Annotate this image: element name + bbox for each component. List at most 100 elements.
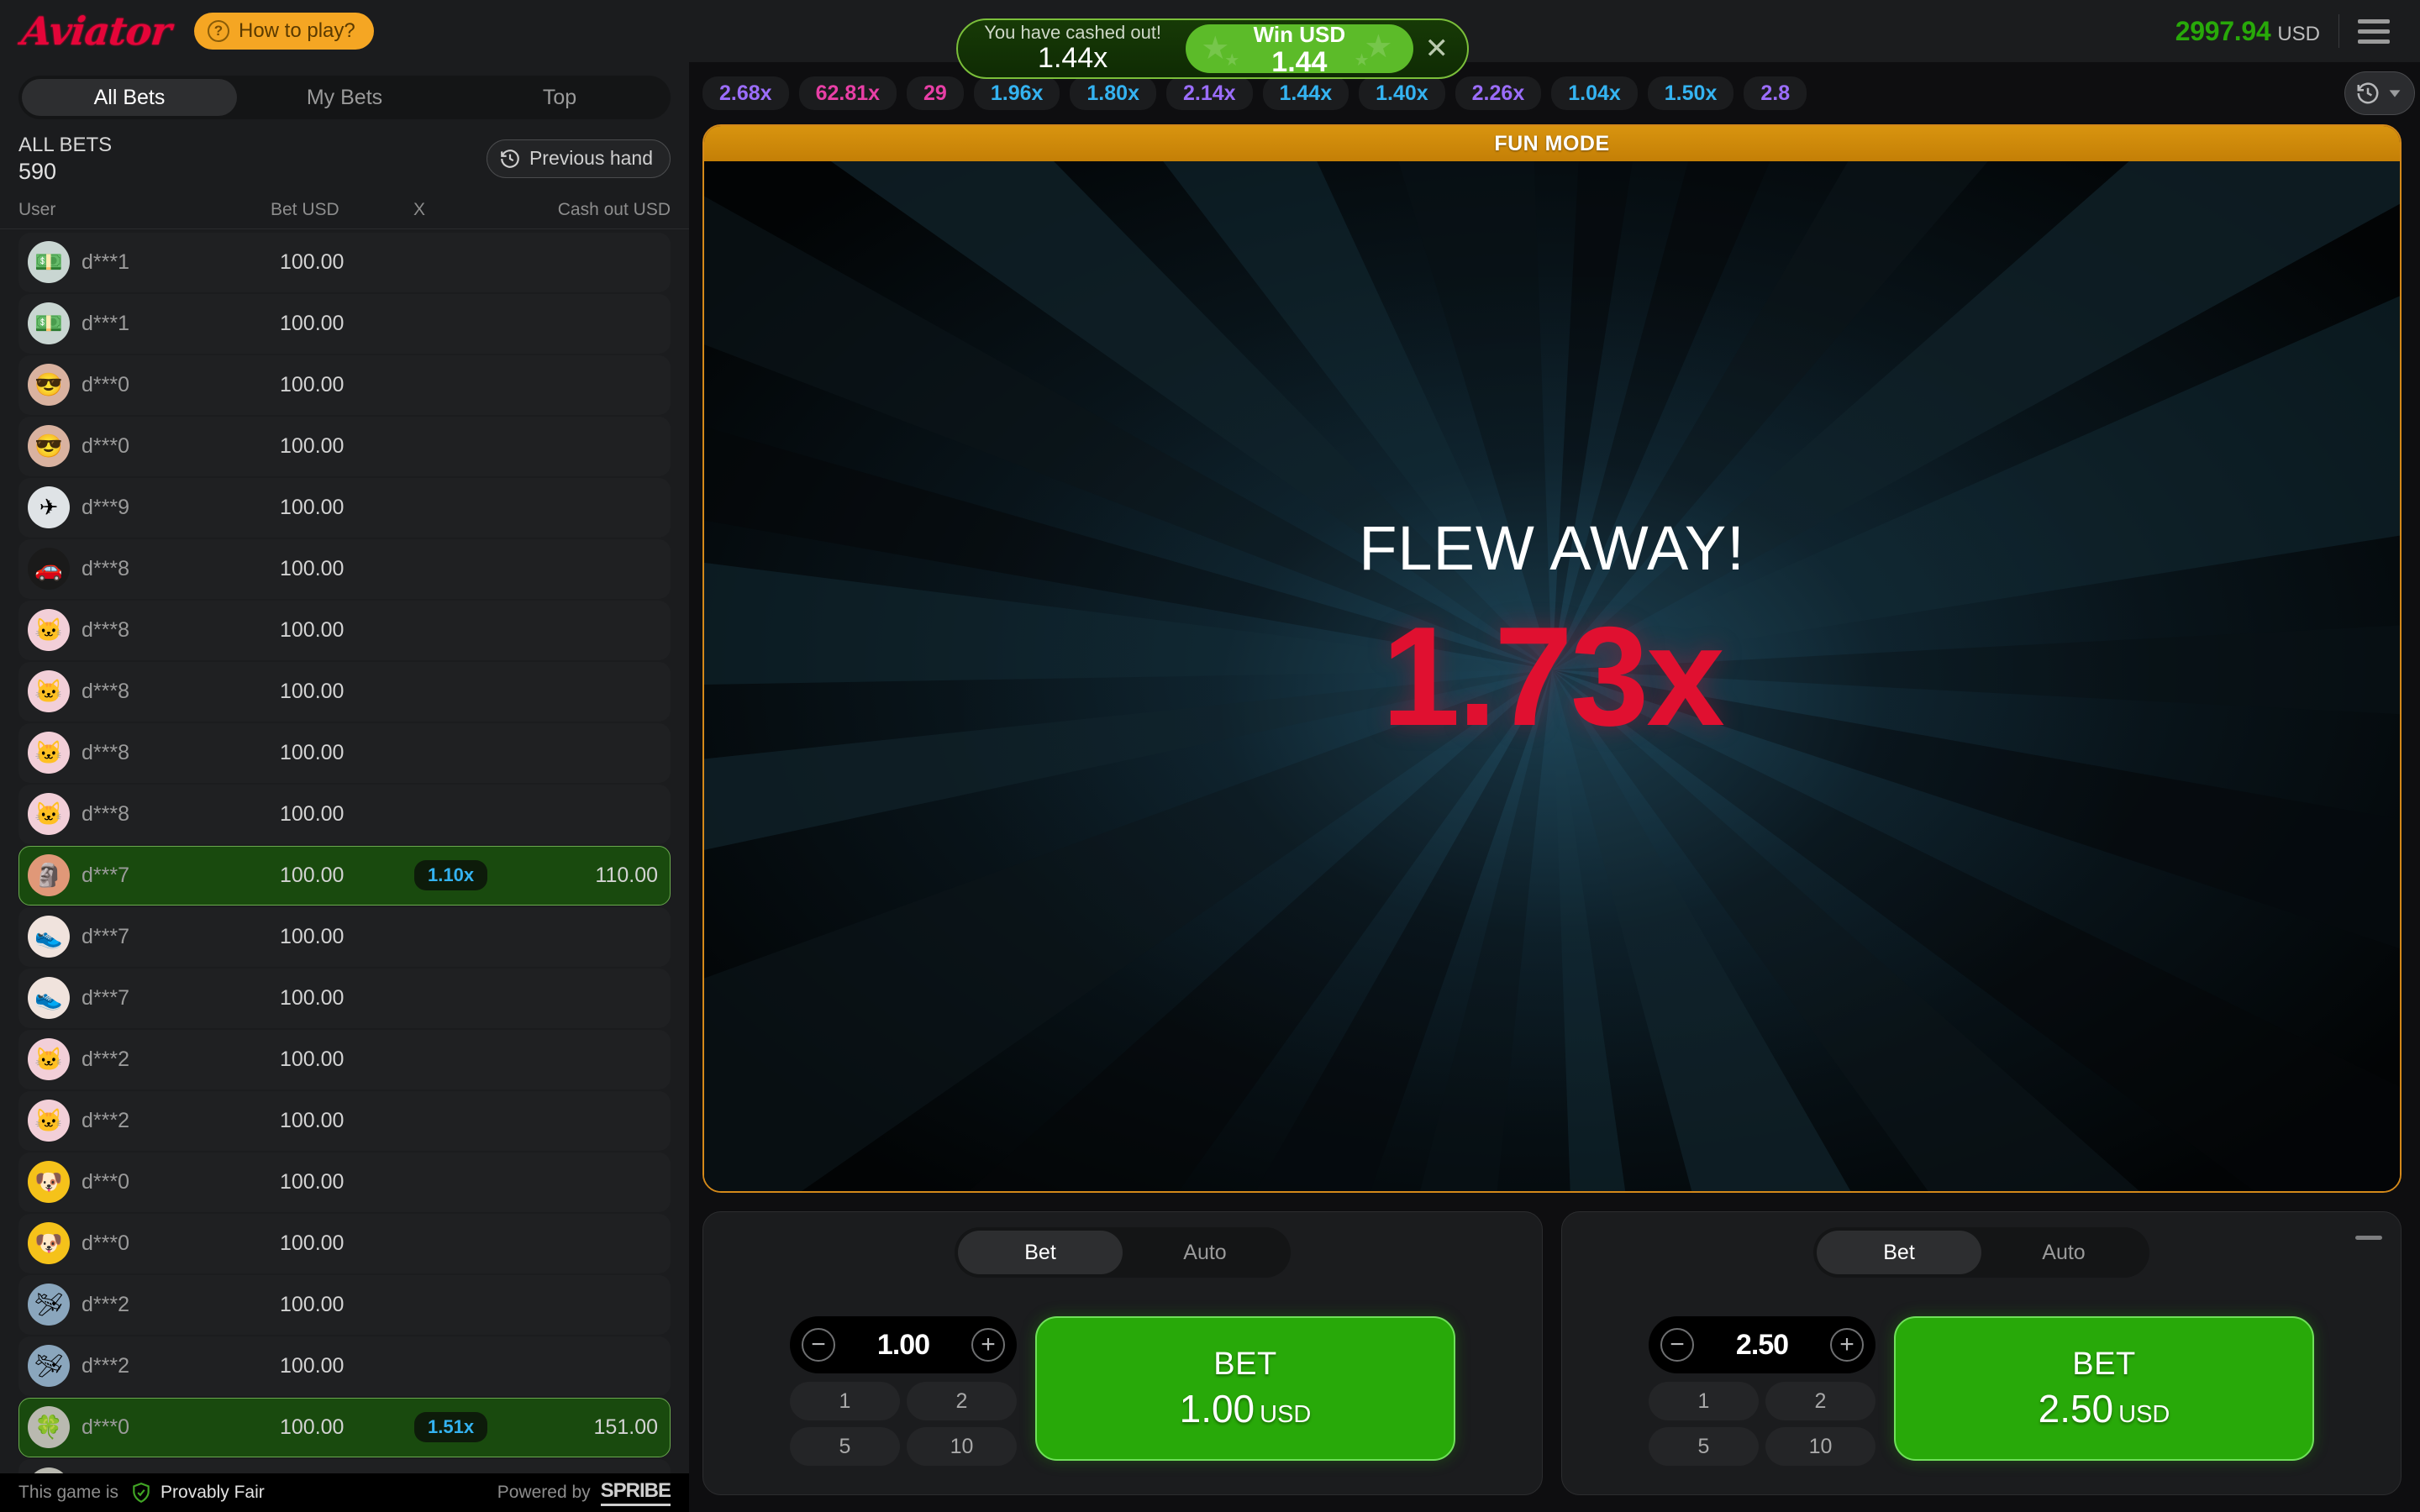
table-row[interactable]: 🐱d***8100.00— [18,661,671,722]
multiplier-chip[interactable]: 2.26x [1455,76,1542,110]
table-row[interactable]: 💵d***1100.00— [18,293,671,354]
panel-tab-bet[interactable]: Bet [1817,1231,1981,1274]
avatar: 🍀 [28,1406,70,1449]
crash-multiplier: 1.73x [1381,596,1724,755]
bet-username: d***2 [82,1353,129,1378]
bet-username: d***0 [82,1231,129,1255]
table-row[interactable]: 🐱d***8100.00— [18,722,671,783]
star-icon: ★ [1201,31,1230,66]
panel-tab-auto[interactable]: Auto [1981,1231,2146,1274]
avatar: 👟 [28,977,70,1020]
table-row[interactable]: 🐶d***0100.00— [18,1213,671,1273]
multiplier-chip[interactable]: 1.44x [1262,76,1349,110]
bet-amount: 100.00 [280,372,345,396]
quick-amount-5[interactable]: 5 [1649,1427,1759,1466]
multiplier-chip[interactable]: 2.8 [1744,76,1807,110]
quick-amount-5[interactable]: 5 [790,1427,900,1466]
table-row[interactable]: ✈d***9100.00— [18,477,671,538]
bet-multiplier-badge: 1.51x [414,1412,488,1443]
col-bet: Bet USD [271,199,339,219]
table-row[interactable]: 👟d***7100.00— [18,968,671,1028]
amount-stepper: − 2.50 + [1649,1316,1876,1373]
table-row[interactable]: 🛩d***2100.00— [18,1274,671,1335]
bet-button-label: BET [2072,1346,2136,1382]
quick-amount-10[interactable]: 10 [1765,1427,1876,1466]
multiplier-chip[interactable]: 1.50x [1647,76,1734,110]
table-row[interactable]: 🐶d***0100.00— [18,1152,671,1212]
table-row[interactable]: 😎d***0100.00— [18,416,671,476]
increase-amount-button[interactable]: + [971,1328,1005,1362]
table-row[interactable]: 😎d***0100.00— [18,354,671,415]
multiplier-chip[interactable]: 29 [907,76,964,110]
bet-username: d***0 [82,433,129,458]
tab-top[interactable]: Top [452,79,667,116]
quick-amount-1[interactable]: 1 [790,1382,900,1420]
bet-amount: 100.00 [280,863,345,887]
cashout-text-block: You have cashed out! 1.44x [971,22,1174,76]
bet-username: d***7 [82,924,129,948]
col-user: User [18,199,56,219]
multiplier-chip[interactable]: 62.81x [798,76,897,110]
bet-amount-value[interactable]: 2.50 [1736,1329,1789,1362]
bet-username: d***9 [82,495,129,519]
quick-amount-1[interactable]: 1 [1649,1382,1759,1420]
divider [2338,14,2339,48]
hamburger-menu-icon[interactable] [2358,18,2390,44]
star-icon: ★ [1364,29,1393,65]
win-label: Win USD [1253,24,1346,47]
multiplier-chip[interactable]: 1.40x [1359,76,1445,110]
table-row[interactable]: 🍀 d***0 100.00 1.51x 151.00 [18,1397,671,1457]
history-clock-icon [2357,82,2379,104]
tab-my-bets[interactable]: My Bets [237,79,452,116]
bet-amount: 100.00 [280,1047,345,1071]
avatar: 💵 [28,241,70,284]
quick-amount-2[interactable]: 2 [1765,1382,1876,1420]
all-bets-header: ALL BETS 590 Previous hand [0,119,689,193]
close-icon[interactable]: ✕ [1425,32,1458,66]
bet-username: d***8 [82,801,129,826]
question-mark-icon: ? [208,20,229,42]
decrease-amount-button[interactable]: − [1660,1328,1694,1362]
multiplier-chip[interactable]: 1.80x [1070,76,1156,110]
history-clock-icon [501,149,519,168]
previous-hand-button[interactable]: Previous hand [486,139,671,178]
quick-amount-2[interactable]: 2 [907,1382,1017,1420]
table-row[interactable]: 🐱d***8100.00— [18,784,671,844]
how-to-play-button[interactable]: ? How to play? [194,13,374,50]
table-row[interactable]: 🐱d***8100.00— [18,600,671,660]
table-row[interactable]: 👟d***7100.00— [18,906,671,967]
table-row[interactable]: 🍀d***0100.00— [18,1458,671,1473]
avatar: 🗿 [28,854,70,897]
table-row[interactable]: 🚗d***8100.00— [18,538,671,599]
avatar: 🐱 [28,670,70,713]
bet-username: d***0 [82,372,129,396]
history-toggle-button[interactable] [2344,71,2415,115]
multiplier-chip[interactable]: 1.96x [973,76,1060,110]
multiplier-chip[interactable]: 2.68x [702,76,789,110]
panel-tab-auto[interactable]: Auto [1123,1231,1287,1274]
collapse-panel-button[interactable] [2355,1236,2382,1240]
table-row[interactable]: 🐱d***2100.00— [18,1090,671,1151]
top-right-group: 2997.94 USD [2175,14,2398,48]
bet-amount-value[interactable]: 1.00 [877,1329,930,1362]
tab-all-bets[interactable]: All Bets [22,79,237,116]
place-bet-button[interactable]: BET 2.50 USD [1894,1316,2314,1461]
table-row[interactable]: 🐱d***2100.00— [18,1029,671,1089]
bet-amount: 100.00 [280,1108,345,1132]
table-row[interactable]: 🛩d***2100.00— [18,1336,671,1396]
bet-username: d***7 [82,985,129,1010]
multiplier-history-bar: 2.68x 62.81x 29 1.96x 1.80x 2.14x 1.44x 1.40x 2.… [689,62,2420,124]
decrease-amount-button[interactable]: − [802,1328,835,1362]
table-row[interactable]: 🗿 d***7 100.00 1.10x 110.00 [18,845,671,906]
place-bet-button[interactable]: BET 1.00 USD [1035,1316,1455,1461]
panel-tab-bet[interactable]: Bet [958,1231,1123,1274]
multiplier-chip[interactable]: 2.14x [1165,76,1253,110]
multiplier-chip[interactable]: 1.04x [1551,76,1638,110]
bet-username: d***8 [82,617,129,642]
all-bets-count: 590 [18,158,57,184]
avatar: 🐱 [28,1038,70,1081]
quick-amount-10[interactable]: 10 [907,1427,1017,1466]
table-row[interactable]: 💵d***1100.00— [18,232,671,292]
increase-amount-button[interactable]: + [1830,1328,1864,1362]
bets-list[interactable]: 💵d***1100.00—💵d***1100.00—😎d***0100.00—😎… [0,229,689,1473]
